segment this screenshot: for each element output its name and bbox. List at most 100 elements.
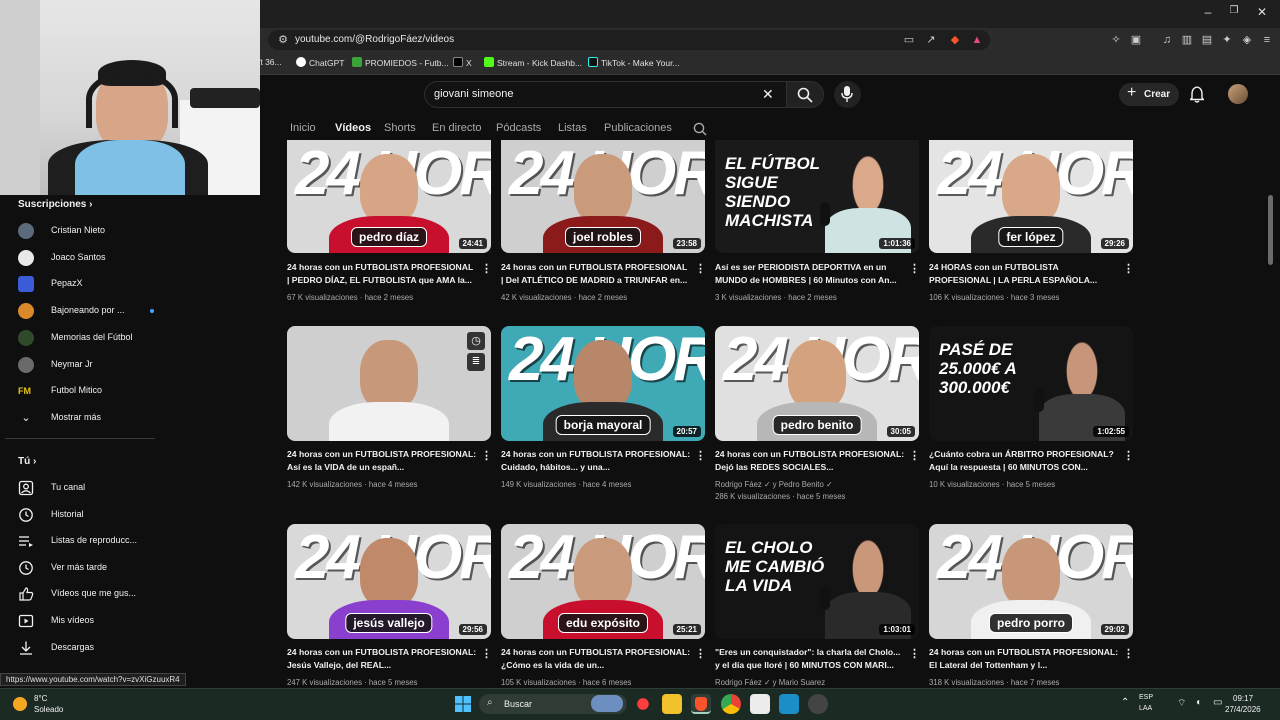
video-options-icon[interactable]: ⋮ xyxy=(695,449,706,462)
video-title[interactable]: 24 horas con un FUTBOLISTA PROFESIONAL |… xyxy=(287,261,477,287)
video-options-icon[interactable]: ⋮ xyxy=(1123,449,1134,462)
tab-podcasts[interactable]: Pódcasts xyxy=(496,122,541,134)
menu-icon[interactable]: ≡ xyxy=(1260,33,1274,47)
scrollbar[interactable] xyxy=(1268,195,1273,265)
screenshot-icon[interactable]: ▣ xyxy=(1129,33,1143,47)
notifications-bell-icon[interactable] xyxy=(1190,86,1204,103)
weather-sun-icon[interactable] xyxy=(13,697,27,711)
video-title[interactable]: 24 horas con un FUTBOLISTA PROFESIONAL: … xyxy=(287,448,477,474)
rewards-icon[interactable]: ▲ xyxy=(970,33,984,47)
clock-date[interactable]: 27/4/2026 xyxy=(1225,705,1261,714)
video-options-icon[interactable]: ⋮ xyxy=(1123,262,1134,275)
sidebar-item-joaco-santos[interactable]: Joaco Santos xyxy=(18,249,248,269)
subscriptions-heading[interactable]: Suscripciones › xyxy=(18,199,92,210)
sidebar-item-bajoneando[interactable]: Bajoneando por ... xyxy=(18,302,248,322)
video-thumbnail[interactable]: ◷ ≣ xyxy=(287,326,491,441)
video-title[interactable]: 24 horas con un FUTBOLISTA PROFESIONAL: … xyxy=(501,646,691,672)
video-options-icon[interactable]: ⋮ xyxy=(695,647,706,660)
weather-desc[interactable]: Soleado xyxy=(34,705,63,714)
volume-icon[interactable]: ◖ xyxy=(1195,697,1201,708)
account-avatar[interactable] xyxy=(1228,84,1248,104)
search-button[interactable] xyxy=(786,81,824,108)
video-thumbnail[interactable]: 24 HORASpedro benito30:05 xyxy=(715,326,919,441)
sidebar-item-neymar[interactable]: Neymar Jr xyxy=(18,356,248,376)
sidebar-item-futbol-mitico[interactable]: FM Futbol Mitico xyxy=(18,382,248,402)
video-options-icon[interactable]: ⋮ xyxy=(909,262,920,275)
video-title[interactable]: "Eres un conquistador": la charla del Ch… xyxy=(715,646,905,672)
sidebar-item-memorias-futbol[interactable]: Memorias del Fútbol xyxy=(18,329,248,349)
video-thumbnail[interactable]: 24 HORASjesús vallejo29:56 xyxy=(287,524,491,639)
show-more-button[interactable]: ⌄ Mostrar más xyxy=(18,409,248,429)
video-title[interactable]: 24 horas con un FUTBOLISTA PROFESIONAL: … xyxy=(929,646,1119,672)
tab-videos[interactable]: Vídeos xyxy=(335,122,371,134)
video-options-icon[interactable]: ⋮ xyxy=(909,449,920,462)
video-thumbnail[interactable]: 24 HORASpedro porro29:02 xyxy=(929,524,1133,639)
bookmark-x[interactable]: X xyxy=(453,57,472,68)
wallet-icon[interactable]: ▤ xyxy=(1200,33,1214,47)
video-thumbnail[interactable]: 24 HORASjoel robles23:58 xyxy=(501,140,705,253)
video-thumbnail[interactable]: 24 HORASfer lópez29:26 xyxy=(929,140,1133,253)
video-thumbnail[interactable]: 24 HORASpedro díaz24:41 xyxy=(287,140,491,253)
bookmark-chatgpt[interactable]: ChatGPT xyxy=(296,57,344,68)
video-title[interactable]: 24 horas con un FUTBOLISTA PROFESIONAL: … xyxy=(501,448,691,474)
tab-inicio[interactable]: Inicio xyxy=(290,122,316,134)
share-icon[interactable]: ↗ xyxy=(924,33,938,47)
video-title[interactable]: 24 horas con un FUTBOLISTA PROFESIONAL |… xyxy=(501,261,691,287)
bookmark-tiktok[interactable]: TikTok - Make Your... xyxy=(588,57,680,68)
vpn-icon[interactable]: ◈ xyxy=(1240,33,1254,47)
site-info-icon[interactable]: ⚙ xyxy=(276,33,290,47)
music-icon[interactable]: ♫ xyxy=(1160,33,1174,47)
url-text[interactable]: youtube.com/@RodrigoFáez/videos xyxy=(295,34,454,45)
windows-start-icon[interactable] xyxy=(455,696,471,712)
sidebar-item-downloads[interactable]: Descargas xyxy=(18,639,248,659)
sidebar-item-pepazx[interactable]: PepazX xyxy=(18,275,248,295)
video-options-icon[interactable]: ⋮ xyxy=(909,647,920,660)
video-title[interactable]: 24 horas con un FUTBOLISTA PROFESIONAL: … xyxy=(715,448,905,474)
video-title[interactable]: 24 HORAS con un FUTBOLISTA PROFESIONAL |… xyxy=(929,261,1119,287)
tab-shorts[interactable]: Shorts xyxy=(384,122,416,134)
sidebar-item-my-videos[interactable]: Mis vídeos xyxy=(18,612,248,632)
cast-icon[interactable]: ▭ xyxy=(902,33,916,47)
leo-ai-icon[interactable]: ✦ xyxy=(1220,33,1234,47)
obs-icon[interactable] xyxy=(808,694,828,714)
add-to-queue-icon[interactable]: ≣ xyxy=(467,353,485,371)
video-options-icon[interactable]: ⋮ xyxy=(1123,647,1134,660)
video-options-icon[interactable]: ⋮ xyxy=(481,449,492,462)
video-thumbnail[interactable]: EL CHOLO ME CAMBIÓ LA VIDA 1:03:01 xyxy=(715,524,919,639)
sidebar-item-playlists[interactable]: Listas de reproducc... xyxy=(18,532,248,552)
sidebar-item-your-channel[interactable]: Tu canal xyxy=(18,479,248,499)
wifi-icon[interactable]: ⌔ xyxy=(1177,697,1186,710)
keyboard-layout[interactable]: LAA xyxy=(1139,705,1152,712)
chrome-icon[interactable] xyxy=(721,694,741,714)
brave-browser-icon[interactable] xyxy=(691,694,711,714)
video-thumbnail[interactable]: EL FÚTBOL SIGUE SIENDO MACHISTA 1:01:36 xyxy=(715,140,919,253)
brave-shield-icon[interactable]: ◆ xyxy=(948,33,962,47)
minimize-icon[interactable]: – xyxy=(1200,5,1216,19)
tab-listas[interactable]: Listas xyxy=(558,122,587,134)
sidebar-toggle-icon[interactable]: ▥ xyxy=(1180,33,1194,47)
video-thumbnail[interactable]: PASÉ DE 25.000€ A 300.000€ 1:02:55 xyxy=(929,326,1133,441)
tab-en-directo[interactable]: En directo xyxy=(432,122,482,134)
sidebar-item-liked-videos[interactable]: Vídeos que me gus... xyxy=(18,585,248,605)
video-title[interactable]: 24 horas con un FUTBOLISTA PROFESIONAL: … xyxy=(287,646,477,672)
video-options-icon[interactable]: ⋮ xyxy=(695,262,706,275)
video-thumbnail[interactable]: 24 HORASborja mayoral20:57 xyxy=(501,326,705,441)
sidebar-item-cristian-nieto[interactable]: Cristian Nieto xyxy=(18,222,248,242)
bookmark-item[interactable]: ft 36... xyxy=(258,57,282,67)
app-icon[interactable] xyxy=(750,694,770,714)
music-app-icon[interactable] xyxy=(633,694,653,714)
maximize-icon[interactable]: ❐ xyxy=(1226,5,1242,16)
you-heading[interactable]: Tú › xyxy=(18,456,36,467)
battery-icon[interactable]: ▭ xyxy=(1213,697,1222,708)
language-code[interactable]: ESP xyxy=(1139,694,1153,701)
tab-publicaciones[interactable]: Publicaciones xyxy=(604,122,672,134)
close-window-icon[interactable]: ✕ xyxy=(1254,5,1270,19)
video-options-icon[interactable]: ⋮ xyxy=(481,262,492,275)
video-options-icon[interactable]: ⋮ xyxy=(481,647,492,660)
weather-temp[interactable]: 8°C xyxy=(34,694,47,703)
photos-app-icon[interactable] xyxy=(779,694,799,714)
video-thumbnail[interactable]: 24 HORASedu expósito25:21 xyxy=(501,524,705,639)
clear-search-icon[interactable]: ✕ xyxy=(762,86,774,103)
extensions-icon[interactable]: ✧ xyxy=(1109,33,1123,47)
voice-search-button[interactable] xyxy=(834,81,861,108)
